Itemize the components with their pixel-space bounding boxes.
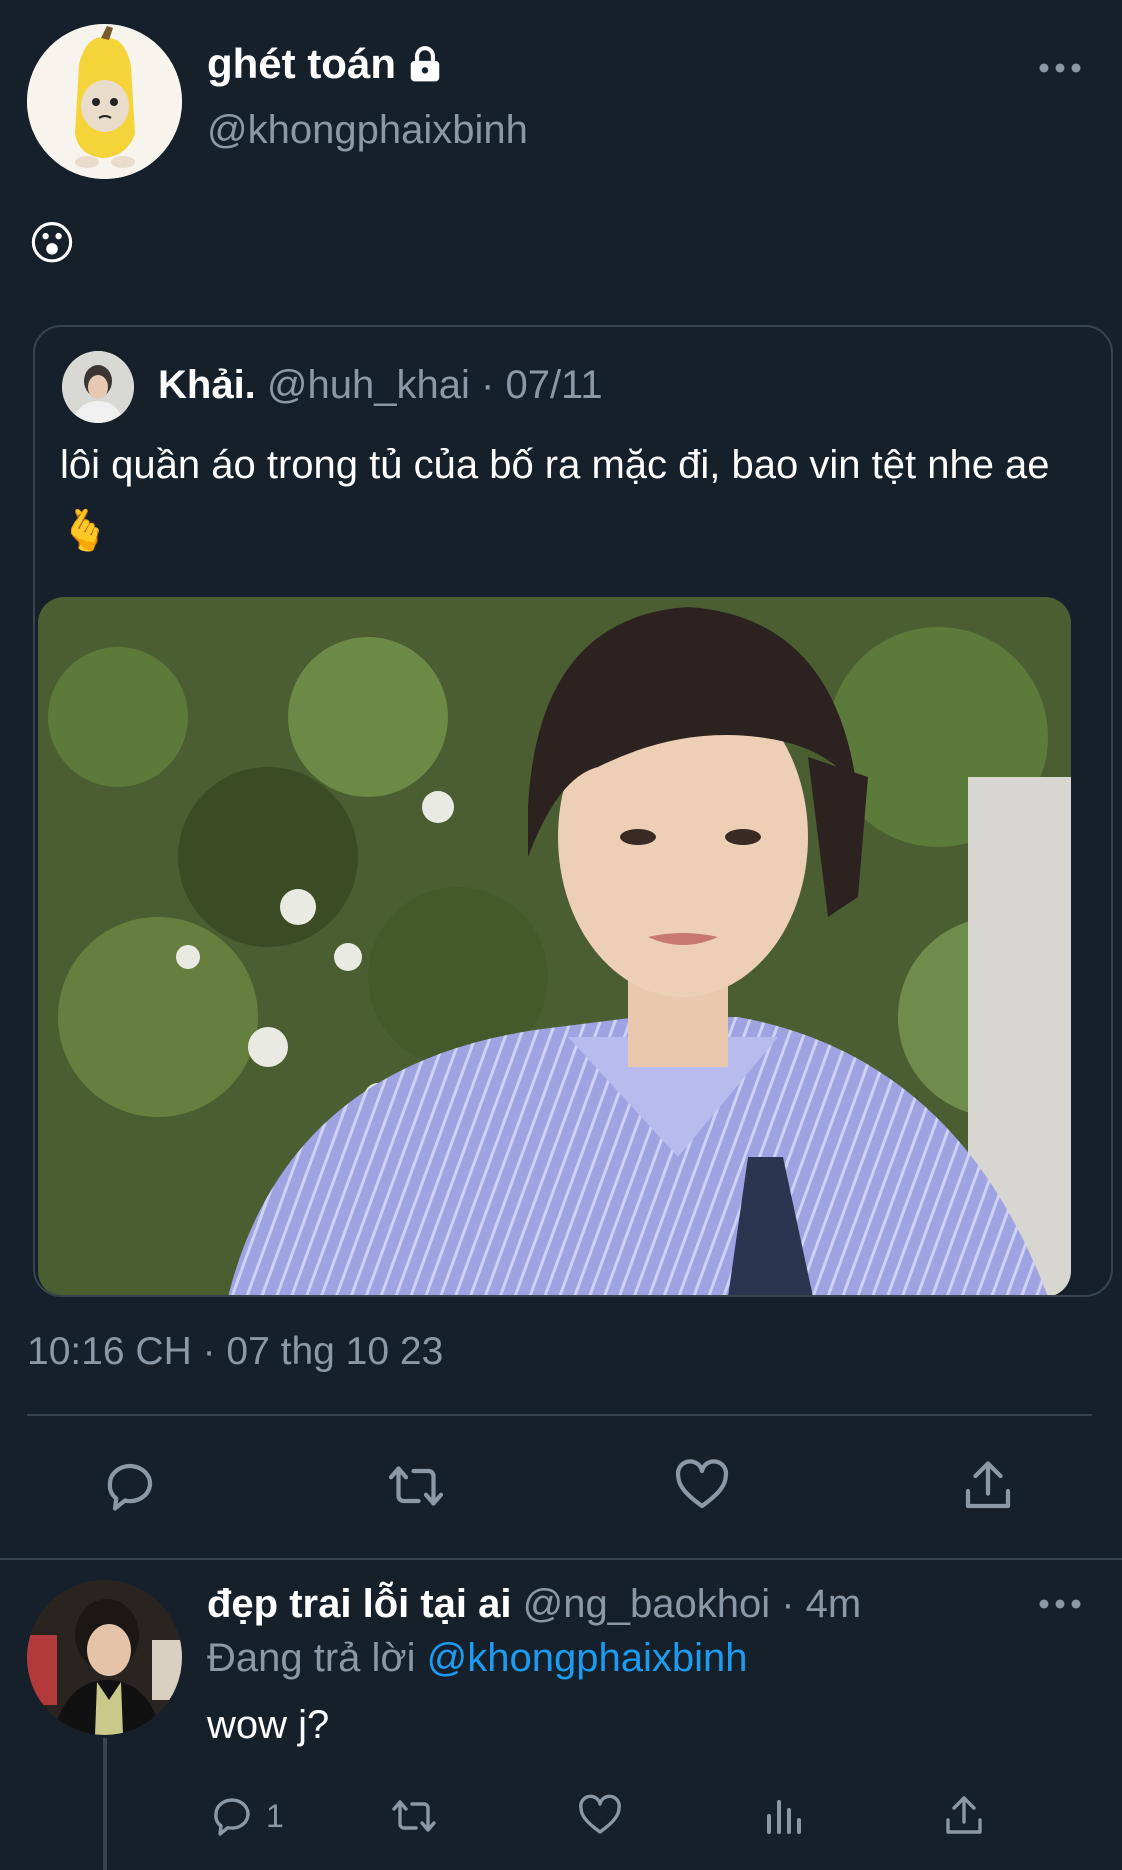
reply-views-button[interactable] <box>759 1790 807 1842</box>
quote-header: Khải. @huh_khai · 07/11 <box>158 363 603 408</box>
like-icon <box>579 1794 621 1834</box>
reply-text: wow j? <box>207 1703 330 1747</box>
reply-avatar[interactable] <box>27 1580 182 1735</box>
quote-display-name[interactable]: Khải. <box>158 363 256 407</box>
retweet-icon <box>388 1466 444 1506</box>
quote-date: · 07/11 <box>481 363 603 407</box>
banana-cat-avatar-icon <box>27 24 182 179</box>
lock-icon <box>410 46 440 82</box>
quote-tweet-card[interactable]: Khải. @huh_khai · 07/11 lôi quần áo tron… <box>33 325 1113 1297</box>
reply-display-name[interactable]: đẹp trai lỗi tại ai <box>207 1582 512 1626</box>
reply-time: · 4m <box>781 1582 862 1626</box>
like-icon <box>675 1459 729 1509</box>
more-icon[interactable] <box>1036 56 1084 80</box>
display-name[interactable]: ghét toán <box>207 40 396 88</box>
reply-avatar-image-icon <box>27 1580 182 1735</box>
tweet-text: 😮 <box>28 217 76 269</box>
tweet-timestamp[interactable]: 10:16 CH · 07 thg 10 23 <box>27 1330 443 1374</box>
reply-icon <box>107 1463 153 1511</box>
reply-share-button[interactable] <box>940 1790 988 1842</box>
replying-to-line: Đang trả lời @khongphaixbinh <box>207 1636 748 1681</box>
reply-icon <box>214 1798 250 1836</box>
reply-header: đẹp trai lỗi tại ai @ng_baokhoi · 4m <box>207 1582 861 1627</box>
photo-image-icon <box>38 597 1071 1295</box>
quote-handle[interactable]: @huh_khai <box>267 363 470 407</box>
retweet-button[interactable] <box>386 1456 446 1516</box>
reply-like-button[interactable] <box>576 1790 624 1842</box>
reply-reply-button[interactable]: 1 <box>208 1790 284 1842</box>
quote-avatar-image-icon <box>62 351 134 423</box>
user-handle[interactable]: @khongphaixbinh <box>207 108 528 153</box>
share-button[interactable] <box>958 1456 1018 1516</box>
user-avatar[interactable] <box>27 24 182 179</box>
retweet-icon <box>392 1800 436 1832</box>
display-name-row[interactable]: ghét toán <box>207 40 444 88</box>
more-icon[interactable] <box>1036 1592 1084 1616</box>
reply-button[interactable] <box>100 1456 160 1516</box>
like-button[interactable] <box>672 1456 732 1516</box>
replying-label: Đang trả lời <box>207 1636 416 1680</box>
quote-photo[interactable] <box>38 597 1071 1295</box>
share-icon <box>965 1461 1011 1509</box>
divider <box>0 1558 1122 1560</box>
quote-avatar[interactable] <box>62 351 134 423</box>
reply-handle[interactable]: @ng_baokhoi <box>523 1582 770 1626</box>
share-icon <box>946 1796 982 1834</box>
divider <box>27 1414 1092 1416</box>
quote-text: lôi quần áo trong tủ của bố ra mặc đi, b… <box>60 443 1050 553</box>
thread-line <box>103 1738 107 1870</box>
reply-count: 1 <box>266 1797 284 1834</box>
reply-retweet-button[interactable] <box>390 1790 438 1842</box>
views-icon <box>767 1800 801 1834</box>
replying-mention-link[interactable]: @khongphaixbinh <box>427 1636 748 1680</box>
